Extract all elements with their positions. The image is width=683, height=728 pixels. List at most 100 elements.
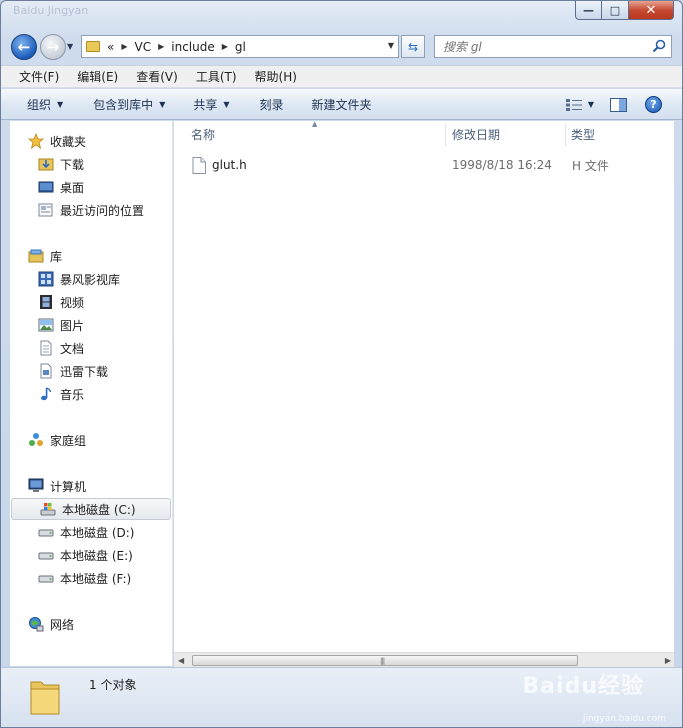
- menu-edit[interactable]: 编辑(E): [68, 68, 127, 85]
- recent-pages-dropdown[interactable]: ▼: [67, 42, 73, 51]
- search-icon[interactable]: [652, 39, 666, 53]
- document-icon: [40, 340, 52, 356]
- file-list: ▲ 名称 修改日期 类型 glut.h 1998/8/18 16:24 H 文件: [174, 120, 674, 653]
- search-input[interactable]: [435, 36, 645, 57]
- file-row[interactable]: glut.h 1998/8/18 16:24 H 文件: [192, 155, 662, 175]
- address-bar[interactable]: « ▶ VC ▶ include ▶ gl ▼: [81, 35, 399, 58]
- nav-network[interactable]: 网络: [10, 613, 172, 635]
- nav-favorites[interactable]: 收藏夹: [10, 130, 172, 152]
- maximize-button[interactable]: □: [602, 1, 629, 20]
- nav-item-music[interactable]: 音乐: [10, 383, 172, 405]
- menu-help[interactable]: 帮助(H): [246, 68, 306, 85]
- picture-icon: [38, 318, 54, 332]
- chevron-right-icon[interactable]: ▶: [222, 42, 228, 51]
- chevron-down-icon: ▼: [57, 99, 64, 109]
- nav-item-drive-f[interactable]: 本地磁盘 (F:): [10, 567, 172, 589]
- organize-button[interactable]: 组织 ▼: [1, 96, 79, 113]
- nav-item-thunder-downloads[interactable]: 迅雷下载: [10, 360, 172, 382]
- hard-drive-icon: [38, 552, 54, 560]
- explorer-window: Baidu Jingyan — □ ✕ ← → ▼ « ▶ VC ▶ inclu…: [0, 0, 683, 728]
- breadcrumb-overflow[interactable]: «: [107, 40, 114, 54]
- breadcrumb-item[interactable]: gl: [235, 40, 246, 54]
- menu-view[interactable]: 查看(V): [127, 68, 187, 85]
- nav-item-desktop[interactable]: 桌面: [10, 176, 172, 198]
- details-pane: 1 个对象 Baidu经验 jingyan.baidu.com: [1, 667, 682, 727]
- caption-buttons: — □ ✕: [575, 1, 674, 20]
- arrow-right-icon: →: [46, 38, 60, 56]
- help-icon[interactable]: ?: [645, 96, 662, 113]
- grip-icon: |||: [380, 657, 385, 665]
- back-button[interactable]: ←: [11, 34, 37, 60]
- chevron-down-icon[interactable]: ▼: [388, 41, 394, 50]
- close-button[interactable]: ✕: [629, 1, 674, 20]
- sort-ascending-icon: ▲: [312, 120, 318, 128]
- horizontal-scrollbar[interactable]: ◀ ||| ▶: [174, 652, 674, 667]
- nav-item-videos[interactable]: 视频: [10, 291, 172, 313]
- column-header-type[interactable]: 类型: [571, 121, 595, 147]
- breadcrumb-item[interactable]: include: [171, 40, 214, 54]
- minimize-button[interactable]: —: [575, 1, 602, 20]
- nav-libraries[interactable]: 库: [10, 245, 172, 267]
- menu-file[interactable]: 文件(F): [10, 68, 68, 85]
- refresh-icon: ⇆: [407, 39, 419, 54]
- item-count: 1 个对象: [89, 678, 137, 692]
- nav-computer[interactable]: 计算机: [10, 475, 172, 497]
- nav-item-drive-e[interactable]: 本地磁盘 (E:): [10, 544, 172, 566]
- burn-button[interactable]: 刻录: [246, 96, 300, 113]
- column-divider[interactable]: [445, 123, 446, 147]
- computer-icon: [28, 478, 44, 492]
- libraries-icon: [28, 249, 44, 263]
- file-type: H 文件: [572, 158, 609, 173]
- column-divider[interactable]: [565, 123, 566, 147]
- nav-homegroup[interactable]: 家庭组: [10, 429, 172, 451]
- nav-item-drive-c[interactable]: 本地磁盘 (C:): [11, 498, 171, 520]
- nav-item-label: 文档: [60, 341, 85, 356]
- network-icon: [29, 617, 44, 632]
- system-drive-icon: [40, 503, 56, 516]
- arrow-left-icon: ←: [17, 38, 31, 56]
- scrollbar-thumb[interactable]: |||: [192, 655, 578, 666]
- hard-drive-icon: [38, 529, 54, 537]
- nav-network-label: 网络: [50, 617, 75, 632]
- view-options-icon[interactable]: [565, 98, 582, 111]
- share-button[interactable]: 共享 ▼: [181, 96, 245, 113]
- nav-libraries-label: 库: [50, 249, 63, 264]
- chevron-down-icon[interactable]: ▼: [588, 100, 594, 109]
- share-label: 共享: [193, 97, 218, 112]
- desktop-icon: [38, 181, 54, 193]
- column-header-name[interactable]: 名称: [191, 121, 215, 147]
- include-in-library-button[interactable]: 包含到库中 ▼: [79, 96, 181, 113]
- hard-drive-icon: [38, 575, 54, 583]
- nav-item-downloads[interactable]: 下载: [10, 153, 172, 175]
- preview-pane-icon[interactable]: [610, 97, 627, 112]
- title-bar[interactable]: Baidu Jingyan — □ ✕: [1, 1, 682, 27]
- nav-item-label: 本地磁盘 (C:): [62, 502, 136, 517]
- forward-button[interactable]: →: [40, 34, 66, 60]
- file-icon: [192, 156, 206, 174]
- search-box: [434, 35, 672, 58]
- organize-label: 组织: [27, 97, 52, 112]
- new-folder-button[interactable]: 新建文件夹: [300, 96, 388, 113]
- chevron-right-icon[interactable]: ▶: [121, 42, 127, 51]
- nav-item-baofeng-library[interactable]: 暴风影视库: [10, 268, 172, 290]
- file-name: glut.h: [212, 158, 247, 172]
- nav-item-label: 本地磁盘 (E:): [60, 548, 133, 563]
- file-modified: 1998/8/18 16:24: [452, 158, 552, 172]
- nav-item-label: 迅雷下载: [60, 364, 109, 379]
- nav-computer-label: 计算机: [50, 479, 87, 494]
- command-bar: 组织 ▼ 包含到库中 ▼ 共享 ▼ 刻录 新建文件夹 ▼ ?: [1, 89, 682, 120]
- refresh-button[interactable]: ⇆: [401, 35, 425, 58]
- nav-item-label: 桌面: [60, 180, 85, 195]
- scroll-left-icon[interactable]: ◀: [178, 656, 184, 665]
- column-header-modified[interactable]: 修改日期: [452, 121, 500, 147]
- scroll-right-icon[interactable]: ▶: [665, 656, 671, 665]
- nav-item-drive-d[interactable]: 本地磁盘 (D:): [10, 521, 172, 543]
- video-icon: [40, 295, 52, 309]
- menu-tools[interactable]: 工具(T): [187, 68, 246, 85]
- nav-item-documents[interactable]: 文档: [10, 337, 172, 359]
- nav-item-pictures[interactable]: 图片: [10, 314, 172, 336]
- nav-item-label: 下载: [60, 157, 85, 172]
- breadcrumb-item[interactable]: VC: [135, 40, 152, 54]
- nav-item-recent-places[interactable]: 最近访问的位置: [10, 199, 172, 221]
- chevron-right-icon[interactable]: ▶: [158, 42, 164, 51]
